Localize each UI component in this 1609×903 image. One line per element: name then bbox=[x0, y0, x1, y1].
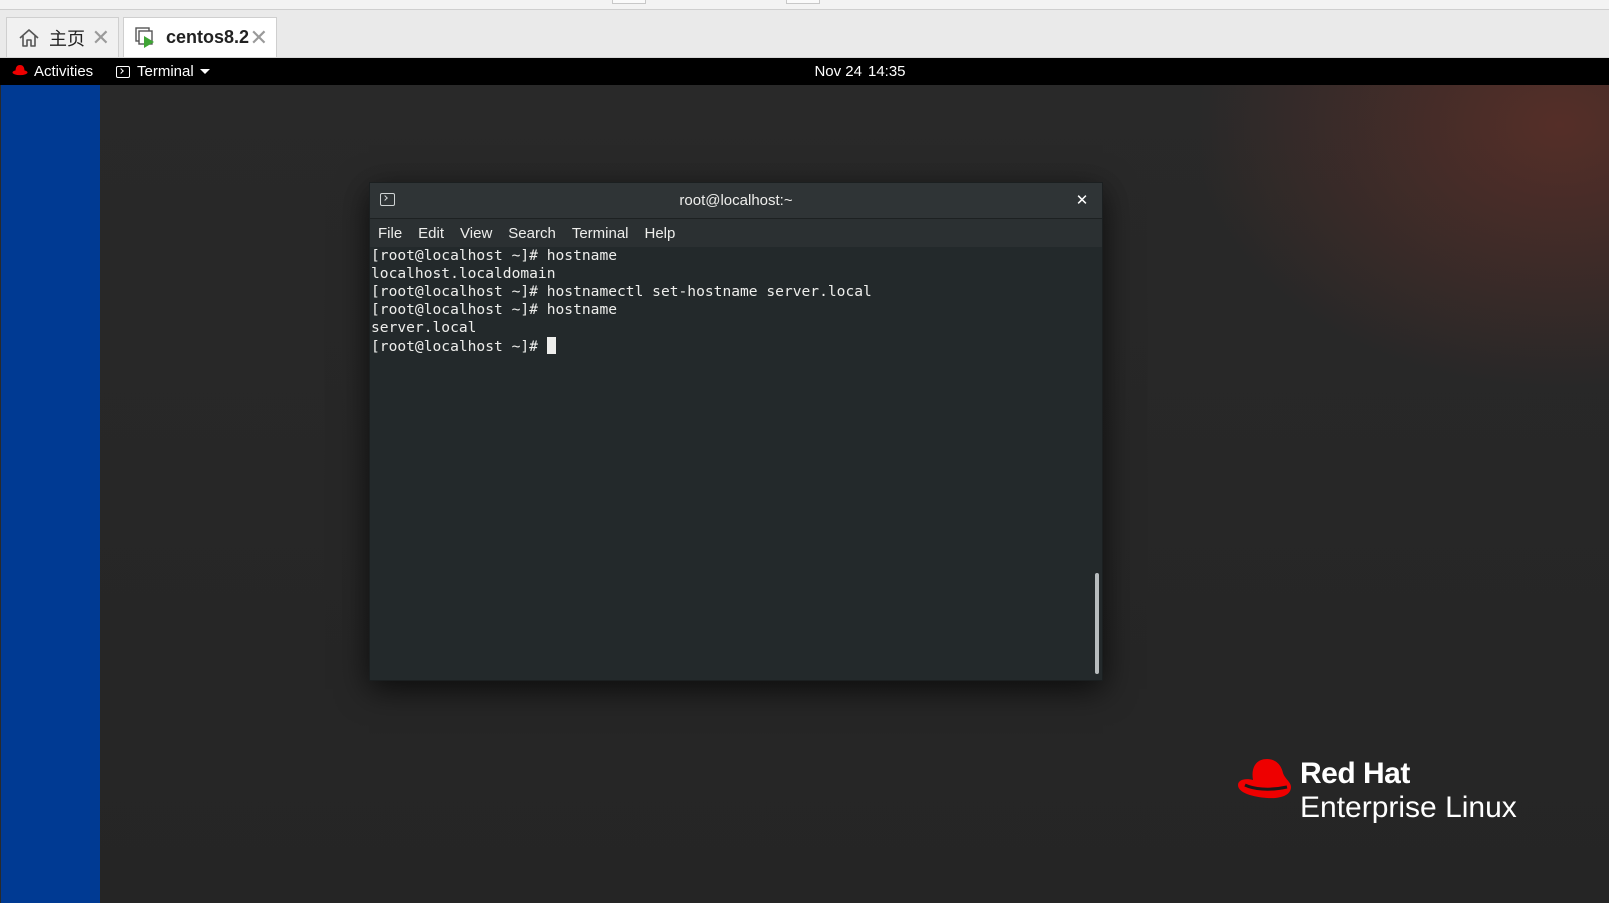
clock-time: 14:35 bbox=[867, 63, 906, 80]
clock[interactable]: Nov 24 14:35 bbox=[0, 58, 1609, 85]
host-handle-left bbox=[612, 0, 646, 4]
terminal-line: [root@localhost ~]# hostname bbox=[371, 247, 618, 264]
vm-tab-bar: 主页 ✕ centos8.2 ✕ bbox=[0, 10, 1609, 58]
scrollbar[interactable] bbox=[1090, 247, 1102, 680]
tab-centos-close-icon[interactable]: ✕ bbox=[250, 26, 268, 49]
redhat-logo: Red Hat Enterprise Linux bbox=[1235, 755, 1525, 835]
close-icon[interactable]: ✕ bbox=[1070, 188, 1094, 212]
home-icon bbox=[17, 26, 41, 50]
terminal-output[interactable]: [root@localhost ~]# hostname localhost.l… bbox=[370, 247, 1090, 680]
host-window-top-strip bbox=[0, 0, 1609, 10]
terminal-prompt: [root@localhost ~]# bbox=[371, 338, 547, 355]
tab-centos[interactable]: centos8.2 ✕ bbox=[123, 17, 277, 57]
terminal-prompt-line: [root@localhost ~]# bbox=[370, 337, 1090, 355]
logo-line1: Red Hat bbox=[1300, 757, 1410, 790]
tab-home[interactable]: 主页 ✕ bbox=[6, 17, 119, 57]
logo-line2: Enterprise Linux bbox=[1300, 791, 1517, 824]
tab-label-home: 主页 bbox=[49, 28, 85, 49]
terminal-title: root@localhost:~ bbox=[679, 192, 793, 209]
vm-running-icon bbox=[134, 26, 158, 50]
menu-view[interactable]: View bbox=[452, 225, 500, 242]
tab-home-close-icon[interactable]: ✕ bbox=[92, 26, 110, 49]
scrollbar-thumb[interactable] bbox=[1095, 573, 1099, 674]
text-cursor bbox=[546, 337, 556, 354]
terminal-headerbar[interactable]: root@localhost:~ ✕ bbox=[370, 183, 1102, 219]
menu-edit[interactable]: Edit bbox=[410, 225, 452, 242]
terminal-window[interactable]: root@localhost:~ ✕ File Edit View Search… bbox=[369, 182, 1103, 681]
clock-date: Nov 24 bbox=[814, 63, 862, 80]
tab-label-centos: centos8.2 bbox=[166, 27, 250, 47]
menu-help[interactable]: Help bbox=[637, 225, 684, 242]
menu-search[interactable]: Search bbox=[500, 225, 564, 242]
redhat-hat-icon bbox=[1238, 759, 1291, 799]
terminal-line: server.local bbox=[371, 319, 477, 336]
gnome-top-bar: Activities Terminal Nov 24 14:35 bbox=[0, 58, 1609, 85]
terminal-line: [root@localhost ~]# hostnamectl set-host… bbox=[371, 283, 872, 300]
host-handle-right bbox=[786, 0, 820, 4]
menu-file[interactable]: File bbox=[370, 225, 410, 242]
terminal-line: localhost.localdomain bbox=[371, 265, 556, 282]
menu-terminal[interactable]: Terminal bbox=[564, 225, 637, 242]
terminal-line: [root@localhost ~]# hostname bbox=[371, 301, 618, 318]
side-strip bbox=[0, 85, 100, 903]
terminal-menubar: File Edit View Search Terminal Help bbox=[370, 219, 1102, 247]
